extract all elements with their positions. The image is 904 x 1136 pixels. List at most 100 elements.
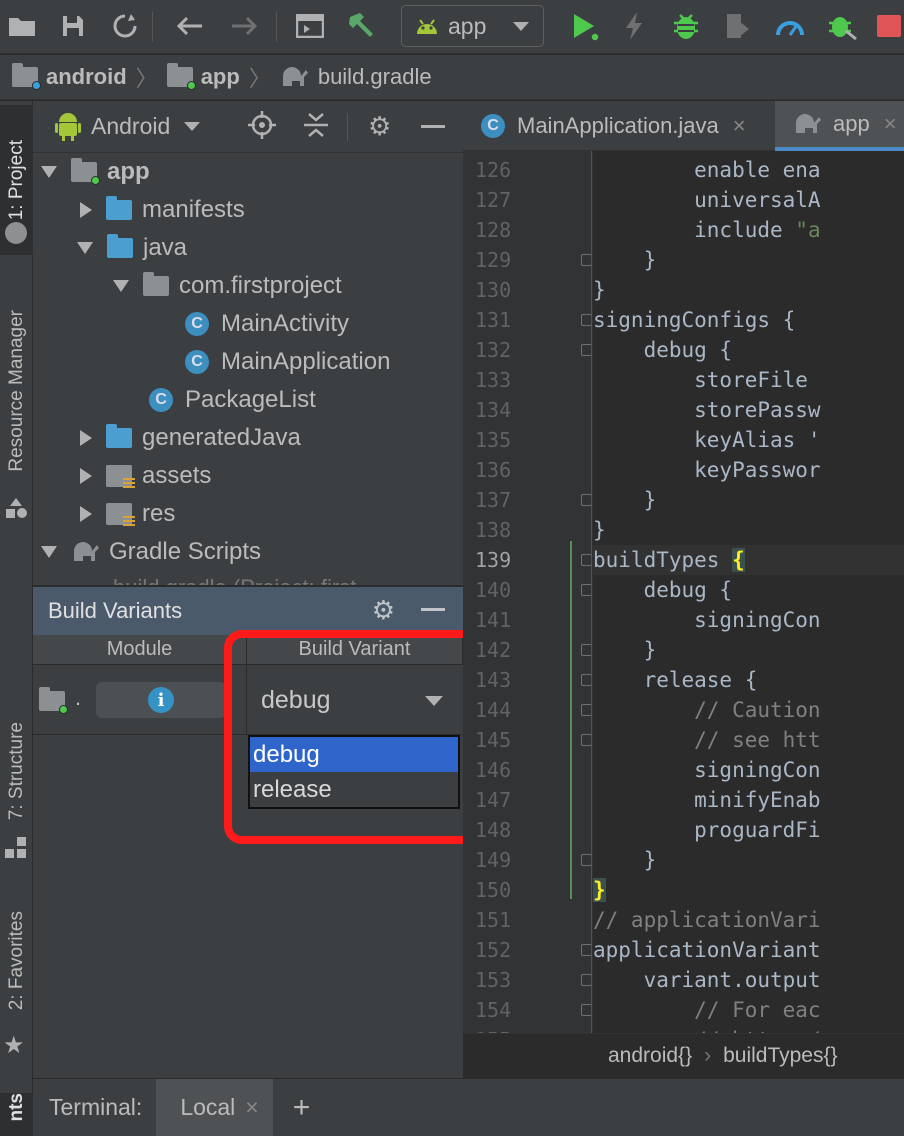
device-icon[interactable] — [292, 8, 328, 44]
collapse-arrow-icon[interactable] — [80, 468, 92, 484]
code-line: // https:/ — [593, 1025, 820, 1033]
close-icon[interactable]: × — [245, 1094, 258, 1121]
line-number-gutter[interactable]: 126 127 128 129 130 131 132 133 134 135 136 137 138 1… — [463, 151, 593, 1033]
collapse-arrow-icon[interactable] — [80, 430, 92, 446]
line-number: 129 — [475, 248, 512, 272]
expand-arrow-icon[interactable] — [41, 166, 57, 178]
code-text: } — [593, 248, 657, 272]
build-variant-select[interactable]: debug — [246, 665, 463, 735]
expand-arrow-icon[interactable] — [77, 242, 93, 254]
column-header-build-variant[interactable]: Build Variant — [247, 635, 463, 665]
apply-changes-icon[interactable] — [616, 8, 652, 44]
project-tree: app manifests java com.firstproject C Ma… — [33, 153, 463, 585]
build-variants-title: Build Variants — [48, 598, 183, 623]
code-line: minifyEnab — [593, 785, 820, 815]
profiler-icon[interactable] — [772, 8, 808, 44]
tab-favorites[interactable]: 2: Favorites — [0, 896, 33, 1026]
code-line: debug { — [593, 575, 733, 605]
attach-debugger-icon[interactable] — [720, 8, 756, 44]
tree-item-java[interactable]: java — [77, 229, 187, 267]
variant-option-debug[interactable]: debug — [250, 737, 458, 772]
java-class-icon: C — [149, 388, 173, 412]
code-line: keyAlias ' — [593, 425, 821, 455]
code-editor[interactable]: enable ena universalA include "a }} signi… — [593, 151, 904, 1033]
code-text: } — [593, 488, 657, 512]
module-info-button[interactable]: i — [96, 682, 226, 718]
collapse-arrow-icon[interactable] — [80, 506, 92, 522]
code-line: // Caution — [593, 695, 820, 725]
tab-main-application-java[interactable]: C MainApplication.java × — [463, 101, 773, 151]
add-terminal-button[interactable]: + — [293, 1091, 311, 1125]
code-line: universalA — [593, 185, 820, 215]
line-number: 146 — [475, 758, 512, 782]
build-variant-dropdown-list: debug release — [248, 735, 460, 809]
forward-arrow-icon[interactable] — [226, 8, 262, 44]
locate-target-icon[interactable] — [248, 111, 276, 146]
tree-item-res[interactable]: res — [77, 495, 175, 533]
run-icon[interactable] — [566, 8, 602, 44]
column-header-module[interactable]: Module — [33, 635, 247, 665]
collapse-arrow-icon[interactable] — [80, 202, 92, 218]
run-configuration-selector[interactable]: app — [401, 5, 544, 47]
back-arrow-icon[interactable] — [172, 8, 208, 44]
line-number: 153 — [475, 968, 512, 992]
tree-item-manifests[interactable]: manifests — [77, 191, 245, 229]
code-line: applicationVariant — [593, 935, 821, 965]
save-icon[interactable] — [55, 8, 91, 44]
tab-structure[interactable]: 7: Structure — [0, 701, 33, 841]
code-line: // see htt — [593, 725, 821, 755]
line-number: 144 — [475, 698, 512, 722]
resource-folder-icon — [106, 503, 135, 528]
tree-item-generated-java[interactable]: generatedJava — [77, 419, 301, 457]
code-text: keyAlias ' — [593, 428, 821, 452]
tree-item-main-application[interactable]: C MainApplication — [185, 343, 390, 381]
tree-item-main-activity[interactable]: C MainActivity — [185, 305, 349, 343]
breadcrumb-build-types-block[interactable]: buildTypes{} — [723, 1044, 837, 1068]
breadcrumb-android[interactable]: android — [12, 63, 127, 90]
debug-icon[interactable] — [668, 8, 704, 44]
code-line: signingCon — [593, 755, 820, 785]
breadcrumb-app[interactable]: app — [166, 63, 240, 90]
gear-icon[interactable]: ⚙ — [372, 595, 395, 626]
line-number: 142 — [475, 638, 512, 662]
sync-icon[interactable] — [107, 8, 143, 44]
code-text: // see htt — [593, 728, 821, 752]
code-text: keyPasswor — [593, 458, 821, 482]
breadcrumb-android-block[interactable]: android{} — [608, 1044, 692, 1068]
expand-arrow-icon[interactable] — [41, 546, 57, 558]
breadcrumb-build-gradle[interactable]: build.gradle — [280, 64, 432, 90]
project-view-selector[interactable]: Android — [91, 113, 170, 140]
collapse-all-icon[interactable] — [303, 111, 329, 146]
gradle-elephant-icon — [74, 542, 99, 561]
close-icon[interactable]: × — [884, 111, 897, 137]
line-number: 149 — [475, 848, 512, 872]
variant-option-release[interactable]: release — [250, 772, 458, 807]
build-hammer-icon[interactable] — [343, 8, 379, 44]
chevron-down-icon[interactable] — [184, 122, 201, 131]
stop-icon[interactable] — [877, 8, 904, 44]
attach-process-icon[interactable] — [825, 8, 861, 44]
minimize-icon[interactable] — [421, 125, 445, 128]
code-line: signingConfigs { — [593, 305, 795, 335]
code-text: } — [593, 278, 606, 302]
build-variants-header: Build Variants ⚙ — [33, 587, 463, 635]
minimize-icon[interactable] — [421, 608, 445, 611]
editor-breadcrumb: android{} › buildTypes{} — [463, 1033, 904, 1078]
open-folder-icon[interactable] — [4, 8, 40, 44]
tree-item-gradle-scripts[interactable]: Gradle Scripts — [41, 533, 261, 571]
expand-arrow-icon[interactable] — [113, 280, 129, 292]
close-icon[interactable]: × — [733, 113, 746, 139]
tab-app-gradle[interactable]: app × — [775, 101, 904, 151]
tree-item-app[interactable]: app — [41, 153, 150, 191]
code-line: proguardFi — [593, 815, 820, 845]
terminal-tab-local[interactable]: Local × — [156, 1078, 273, 1136]
gear-icon[interactable]: ⚙ — [368, 111, 391, 142]
vcs-change-marker — [570, 541, 572, 899]
code-line: } — [593, 275, 606, 305]
tree-item-package[interactable]: com.firstproject — [113, 267, 342, 305]
tab-build-variants[interactable]: nts — [0, 1093, 33, 1136]
tab-resource-manager[interactable]: Resource Manager — [0, 291, 33, 491]
tree-item-gradle-partial[interactable]: build.gradle (Project: first — [113, 569, 356, 585]
tree-item-assets[interactable]: assets — [77, 457, 211, 495]
tree-item-package-list[interactable]: C PackageList — [149, 381, 316, 419]
